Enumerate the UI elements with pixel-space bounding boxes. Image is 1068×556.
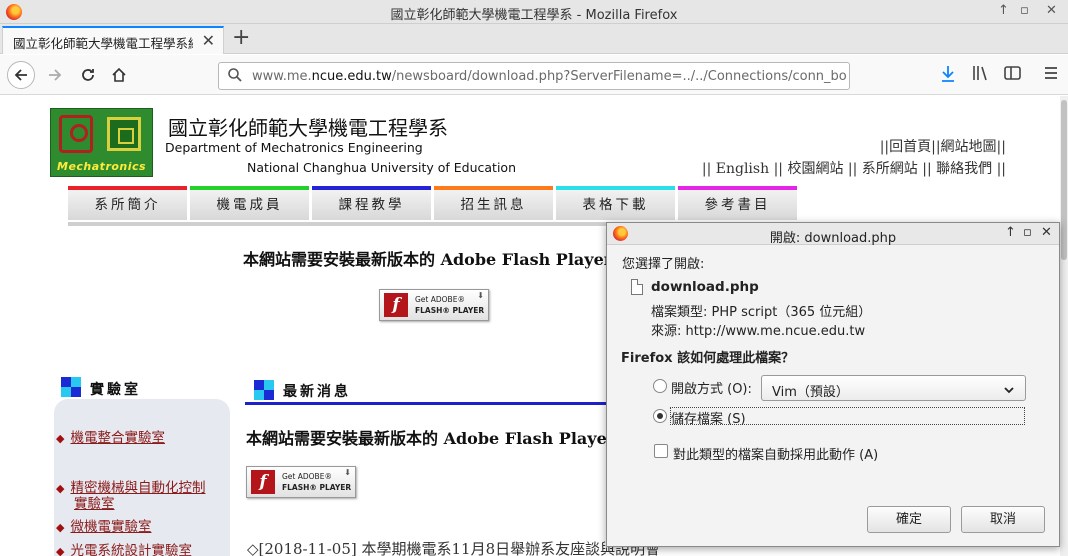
navigation-bar: www.me.ncue.edu.tw/newsboard/download.ph… [0, 55, 1068, 95]
flash-btn-line2: FLASH® PLAYER [415, 306, 485, 315]
lab-item[interactable]: ◆ 機電整合實驗室 [56, 426, 165, 446]
dialog-titlebar: 開啟: download.php ↑ ▫ ✕ [607, 223, 1059, 246]
window-titlebar: 國立彰化師範大學機電工程學系 - Mozilla Firefox ↑ ▫ ✕ [0, 0, 1068, 24]
url-bar[interactable]: www.me.ncue.edu.tw/newsboard/download.ph… [218, 62, 850, 90]
forward-arrow-icon [49, 69, 62, 81]
lab-item[interactable]: ◆ 光電系統設計實驗室 [56, 539, 192, 556]
download-arrow-icon: ⬇ [344, 468, 351, 477]
flash-notice-news: 本網站需要安裝最新版本的 Adobe Flash Player [246, 429, 616, 448]
sidebar-icon[interactable] [1004, 65, 1022, 85]
flash-btn-line2: FLASH® PLAYER [282, 483, 352, 492]
open-with-radio[interactable] [653, 379, 667, 393]
department-logo[interactable]: Mechatronics [50, 108, 153, 177]
opening-label: 您選擇了開啟: [622, 257, 705, 272]
lab-item-continued[interactable]: 實驗室 [74, 492, 115, 512]
news-heading-icon [254, 380, 274, 400]
save-file-label[interactable]: 儲存檔案 (S) [671, 408, 746, 427]
logo-text: Mechatronics [57, 160, 147, 173]
menu-item-admissions[interactable]: 招生訊息 [434, 186, 553, 220]
download-dialog: 開啟: download.php ↑ ▫ ✕ 您選擇了開啟: download.… [606, 222, 1060, 547]
flash-logo-icon: f [384, 293, 408, 317]
url-text: www.me.ncue.edu.tw/newsboard/download.ph… [252, 69, 847, 84]
downloads-icon[interactable] [940, 65, 956, 87]
scrollbar-thumb[interactable] [1061, 100, 1067, 260]
open-with-value: Vim（預設） [772, 385, 849, 400]
tab-close-icon[interactable]: ✕ [202, 31, 215, 50]
back-arrow-icon [14, 69, 27, 81]
open-with-label: 開啟方式 (O): [671, 382, 752, 397]
forward-button[interactable] [41, 61, 69, 89]
home-icon [112, 67, 126, 82]
get-flash-button-top[interactable]: f Get ADOBE® FLASH® PLAYER ⬇ [379, 289, 489, 321]
lab-heading: 實驗室 [90, 382, 141, 398]
dialog-maximize-arrow-icon[interactable]: ↑ [1005, 225, 1016, 240]
file-name: download.php [651, 279, 759, 295]
tab-strip: 國立彰化師範大學機電工程學系網站 ✕ + [0, 24, 1068, 54]
download-arrow-icon: ⬇ [477, 291, 484, 300]
dialog-question: Firefox 該如何處理此檔案？ [621, 351, 795, 366]
window-title: 國立彰化師範大學機電工程學系 - Mozilla Firefox [390, 8, 678, 23]
back-button[interactable] [7, 61, 35, 89]
tab-title: 國立彰化師範大學機電工程學系網站 [13, 36, 193, 51]
new-tab-icon[interactable]: + [232, 25, 250, 50]
flash-btn-line1: Get ADOBE® [282, 472, 332, 481]
menu-item-courses[interactable]: 課程教學 [312, 186, 431, 220]
flash-notice-top: 本網站需要安裝最新版本的 Adobe Flash Player [243, 250, 613, 269]
news-heading: 最新消息 [283, 384, 351, 400]
menu-item-intro[interactable]: 系所簡介 [68, 186, 187, 220]
library-icon[interactable] [972, 65, 990, 85]
file-type: 檔案類型: PHP script（365 位元組） [651, 305, 872, 320]
close-window-icon[interactable]: ✕ [1046, 3, 1057, 18]
remember-choice-label[interactable]: 對此類型的檔案自動採用此動作 (A) [673, 444, 878, 463]
school-name-en-dept: Department of Mechatronics Engineering [165, 140, 423, 155]
save-file-radio[interactable] [653, 409, 667, 423]
tab-active[interactable]: 國立彰化師範大學機電工程學系網站 ✕ [2, 26, 224, 54]
lab-heading-icon [61, 377, 81, 397]
news-item[interactable]: ◇[2018-11-05] 本學期機電系11月8日舉辦系友座談與說明會 [247, 538, 660, 556]
remember-choice-checkbox[interactable] [654, 444, 668, 458]
school-name-cn: 國立彰化師範大學機電工程學系 [168, 116, 448, 140]
menu-hamburger-icon[interactable] [1043, 65, 1059, 85]
file-source: 來源: http://www.me.ncue.edu.tw [651, 324, 866, 339]
restore-icon[interactable]: ▫ [1020, 3, 1029, 18]
search-icon [227, 67, 243, 87]
menu-item-references[interactable]: 參考書目 [678, 186, 797, 220]
open-with-select[interactable]: Vim（預設） [761, 375, 1026, 401]
flash-btn-line1: Get ADOBE® [415, 295, 465, 304]
get-flash-button-news[interactable]: f Get ADOBE® FLASH® PLAYER ⬇ [246, 466, 356, 498]
reload-button[interactable] [74, 61, 102, 89]
page-scrollbar[interactable] [1060, 96, 1068, 556]
logo-gear-shape [59, 115, 93, 153]
news-heading-underline [245, 402, 610, 405]
lab-item[interactable]: ◆ 微機電實驗室 [56, 515, 151, 535]
dialog-close-icon[interactable]: ✕ [1041, 225, 1052, 240]
logo-chip-shape [107, 117, 141, 151]
menu-item-forms[interactable]: 表格下載 [556, 186, 675, 220]
flash-logo-icon: f [251, 470, 275, 494]
top-links-row1[interactable]: ||回首頁||網站地圖|| [880, 136, 1006, 156]
file-icon [631, 279, 643, 295]
chevron-down-icon [1003, 380, 1015, 399]
top-links-row2[interactable]: || English || 校園網站 || 系所網站 || 聯絡我們 || [702, 158, 1006, 178]
ok-button[interactable]: 確定 [867, 506, 951, 533]
maximize-arrow-icon[interactable]: ↑ [998, 3, 1009, 18]
dialog-restore-icon[interactable]: ▫ [1023, 225, 1032, 240]
home-button[interactable] [105, 61, 133, 89]
menu-item-members[interactable]: 機電成員 [190, 186, 309, 220]
cancel-button[interactable]: 取消 [961, 506, 1045, 533]
dialog-title: 開啟: download.php [769, 231, 897, 246]
school-name-en-univ: National Changhua University of Educatio… [247, 160, 516, 175]
reload-icon [82, 69, 94, 81]
